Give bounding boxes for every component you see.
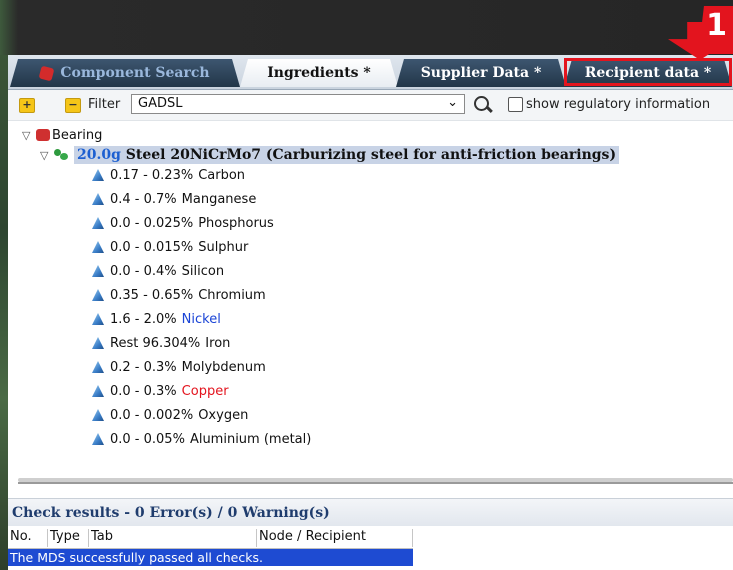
collapse-icon[interactable]: ▽ — [22, 129, 36, 142]
tab-ingredients[interactable]: Ingredients * — [240, 59, 398, 87]
show-regulatory-checkbox[interactable] — [508, 97, 523, 112]
material-icon — [54, 149, 70, 161]
check-results-title: Check results - 0 Error(s) / 0 Warning(s… — [8, 498, 733, 526]
col-node-recipient[interactable]: Node / Recipient — [257, 529, 413, 547]
substance-icon — [92, 169, 104, 181]
col-tab[interactable]: Tab — [89, 529, 257, 547]
substance-range: 0.2 - 0.3% — [110, 359, 177, 375]
substance-icon — [92, 385, 104, 397]
substance-range: 1.6 - 2.0% — [110, 311, 177, 327]
substance-name: Nickel — [181, 311, 221, 327]
tab-label: Supplier Data * — [420, 65, 542, 81]
substance-icon — [92, 217, 104, 229]
material-label: 20.0g Steel 20NiCrMo7 (Carburizing steel… — [74, 146, 620, 164]
tab-supplier-data[interactable]: Supplier Data * — [396, 59, 566, 87]
callout-badge: 1 — [700, 6, 733, 54]
filter-dropdown[interactable]: GADSL ⌄ — [131, 94, 465, 114]
substance-name: Copper — [181, 383, 229, 399]
component-icon — [39, 65, 55, 81]
substance-row[interactable]: 0.17 - 0.23% Carbon — [92, 165, 245, 185]
substance-icon — [92, 241, 104, 253]
substance-name: Phosphorus — [198, 215, 274, 231]
substance-range: 0.0 - 0.3% — [110, 383, 177, 399]
substance-row[interactable]: 1.6 - 2.0% Nickel — [92, 309, 221, 329]
substance-row[interactable]: 0.4 - 0.7% Manganese — [92, 189, 256, 209]
substance-icon — [92, 265, 104, 277]
material-mass: 20.0g — [77, 147, 121, 163]
substance-icon — [92, 433, 104, 445]
tab-recipient-data[interactable]: Recipient data * — [564, 59, 732, 87]
substance-icon — [92, 289, 104, 301]
substance-range: 0.0 - 0.05% — [110, 431, 185, 447]
substance-range: 0.35 - 0.65% — [110, 287, 194, 303]
table-header: No. Type Tab Node / Recipient — [8, 528, 413, 549]
substance-range: 0.0 - 0.002% — [110, 407, 194, 423]
substance-range: 0.17 - 0.23% — [110, 167, 194, 183]
panel-divider-line — [18, 482, 733, 484]
substance-row[interactable]: 0.0 - 0.025% Phosphorus — [92, 213, 274, 233]
tab-label: Component Search — [60, 65, 210, 81]
substance-name: Carbon — [198, 167, 246, 183]
show-regulatory-label: show regulatory information — [526, 97, 711, 112]
filter-label: Filter — [88, 97, 121, 112]
tree-node-root[interactable]: ▽ Bearing — [22, 125, 102, 145]
col-no[interactable]: No. — [8, 529, 48, 547]
substance-icon — [92, 313, 104, 325]
substance-name: Manganese — [181, 191, 257, 207]
tab-bar: Component Search Ingredients * Supplier … — [8, 55, 733, 90]
substance-range: Rest 96.304% — [110, 335, 201, 351]
substance-name: Oxygen — [198, 407, 249, 423]
component-icon — [36, 129, 50, 141]
substance-name: Iron — [205, 335, 231, 351]
substance-name: Molybdenum — [181, 359, 266, 375]
substance-row[interactable]: 0.2 - 0.3% Molybdenum — [92, 357, 266, 377]
substance-name: Silicon — [181, 263, 225, 279]
collapse-all-button[interactable]: − — [65, 98, 81, 113]
chevron-down-icon: ⌄ — [447, 95, 458, 110]
substance-range: 0.4 - 0.7% — [110, 191, 177, 207]
tab-label: Ingredients * — [267, 65, 371, 81]
tab-component-search[interactable]: Component Search — [10, 59, 240, 87]
substance-row[interactable]: 0.0 - 0.05% Aluminium (metal) — [92, 429, 311, 449]
tab-label: Recipient data * — [584, 65, 712, 81]
substance-row[interactable]: 0.0 - 0.3% Copper — [92, 381, 229, 401]
expand-all-button[interactable]: + — [19, 98, 35, 113]
tree-node-material[interactable]: ▽ 20.0g Steel 20NiCrMo7 (Carburizing ste… — [40, 145, 620, 165]
collapse-icon[interactable]: ▽ — [40, 149, 54, 162]
substance-name: Aluminium (metal) — [189, 431, 312, 447]
substance-row[interactable]: 0.0 - 0.002% Oxygen — [92, 405, 248, 425]
col-type[interactable]: Type — [48, 529, 89, 547]
substance-row[interactable]: Rest 96.304% Iron — [92, 333, 230, 353]
substance-range: 0.0 - 0.4% — [110, 263, 177, 279]
substance-row[interactable]: 0.35 - 0.65% Chromium — [92, 285, 266, 305]
filter-value: GADSL — [138, 96, 183, 111]
material-name: Steel 20NiCrMo7 (Carburizing steel for a… — [125, 147, 617, 163]
substance-icon — [92, 409, 104, 421]
substance-name: Sulphur — [198, 239, 249, 255]
substance-row[interactable]: 0.0 - 0.015% Sulphur — [92, 237, 248, 257]
substance-range: 0.0 - 0.025% — [110, 215, 194, 231]
substance-range: 0.0 - 0.015% — [110, 239, 194, 255]
top-dark-area — [0, 0, 733, 55]
result-message[interactable]: The MDS successfully passed all checks. — [8, 549, 413, 566]
toolbar: + − Filter GADSL ⌄ show regulatory infor… — [8, 90, 733, 121]
app-window: Component Search Ingredients * Supplier … — [8, 55, 733, 570]
substance-icon — [92, 337, 104, 349]
substance-name: Chromium — [198, 287, 266, 303]
substance-row[interactable]: 0.0 - 0.4% Silicon — [92, 261, 224, 281]
substance-icon — [92, 193, 104, 205]
substance-icon — [92, 361, 104, 373]
root-label: Bearing — [52, 127, 103, 143]
search-icon[interactable] — [474, 96, 489, 111]
